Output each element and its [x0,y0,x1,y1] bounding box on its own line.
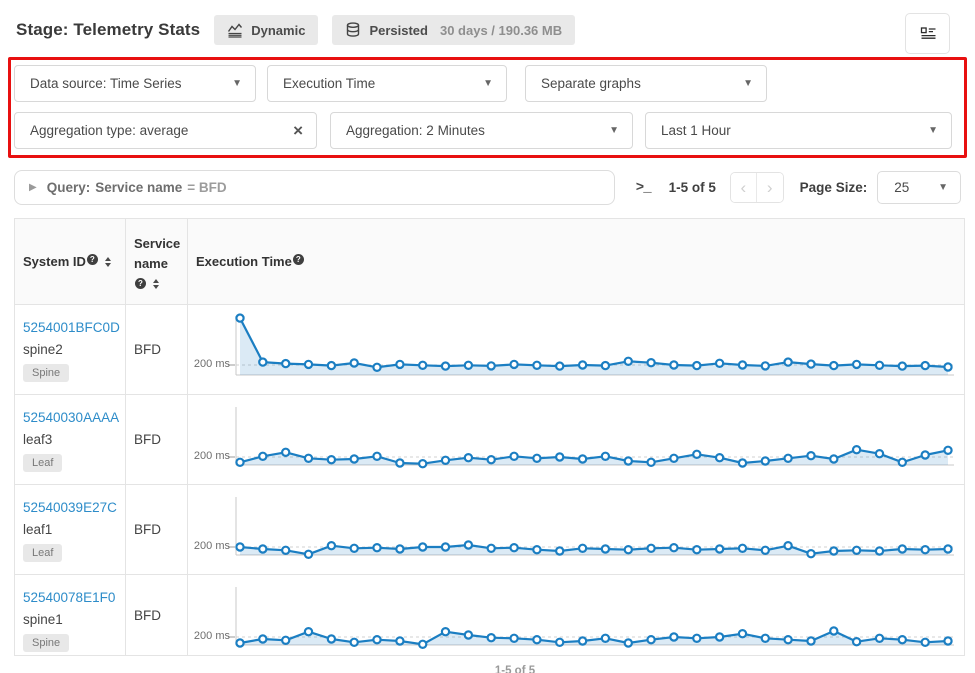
role-badge: Leaf [23,544,62,562]
execution-time-chart-cell: 200 ms [188,485,964,574]
aggregation-interval-dropdown-value: Aggregation: 2 Minutes [346,123,485,138]
execution-time-sparkline[interactable] [188,395,958,484]
sort-icon[interactable] [153,279,159,289]
service-name-header-label: Service name [134,234,190,274]
column-header-system-id: System ID? [15,219,126,304]
time-range-dropdown[interactable]: Last 1 Hour ▼ [645,112,952,149]
top-bar: Stage: Telemetry Stats Dynamic Persisted… [0,0,975,48]
next-page-button[interactable]: › [757,173,783,202]
help-icon[interactable]: ? [87,254,98,265]
pager: ‹ › [730,172,784,203]
aggregation-type-dropdown[interactable]: Aggregation type: average × [14,112,317,149]
system-id-link[interactable]: 5254001BFC0D [23,320,120,335]
system-id-cell: 52540078E1F0 spine1 Spine [15,575,126,655]
page-size-label: Page Size: [800,180,868,195]
system-id-link[interactable]: 52540078E1F0 [23,590,115,605]
database-icon [345,22,361,38]
telemetry-table: System ID? Service name ? Execution Time… [14,218,965,656]
annotation-highlight-box: Data source: Time Series ▼ Execution Tim… [8,57,967,158]
pagination-range: 1-5 of 5 [669,180,716,195]
console-icon[interactable]: >_ [636,180,651,196]
chevron-down-icon: ▼ [938,182,948,193]
hostname-label: spine2 [23,342,119,357]
persisted-button[interactable]: Persisted 30 days / 190.36 MB [332,15,575,45]
query-field: Service name [95,180,182,195]
aggregation-interval-dropdown[interactable]: Aggregation: 2 Minutes ▼ [330,112,633,149]
hostname-label: leaf1 [23,522,119,537]
expand-caret-icon[interactable]: ▶ [29,182,37,193]
y-axis-label: 200 ms [192,630,230,642]
execution-time-chart-cell: 200 ms [188,575,964,655]
help-icon[interactable]: ? [135,278,146,289]
table-header: System ID? Service name ? Execution Time… [15,219,964,305]
system-id-link[interactable]: 52540039E27C [23,500,117,515]
metric-dropdown[interactable]: Execution Time ▼ [267,65,507,102]
service-name-cell: BFD [126,305,188,394]
column-header-execution-time: Execution Time? [188,219,964,304]
dynamic-button[interactable]: Dynamic [214,15,318,45]
chevron-down-icon: ▼ [743,78,753,89]
prev-page-button[interactable]: ‹ [731,173,757,202]
query-value: = BFD [187,180,226,195]
metric-dropdown-value: Execution Time [283,76,375,91]
service-name-cell: BFD [126,485,188,574]
execution-time-sparkline[interactable] [188,485,958,574]
y-axis-label: 200 ms [192,358,230,370]
filter-row-1: Data source: Time Series ▼ Execution Tim… [14,65,959,102]
clear-icon[interactable]: × [293,122,303,139]
chevron-down-icon: ▼ [232,78,242,89]
role-badge: Spine [23,634,69,652]
graph-mode-dropdown-value: Separate graphs [541,76,641,91]
help-icon[interactable]: ? [293,254,304,265]
execution-time-chart-cell: 200 ms [188,395,964,484]
system-id-cell: 52540030AAAA leaf3 Leaf [15,395,126,484]
system-id-header-label: System ID? [23,254,98,269]
y-axis-label: 200 ms [192,540,230,552]
role-badge: Spine [23,364,69,382]
hostname-label: spine1 [23,612,119,627]
layout-settings-button[interactable] [905,13,950,54]
y-axis-label: 200 ms [192,450,230,462]
system-id-link[interactable]: 52540030AAAA [23,410,119,425]
layout-list-icon [920,26,936,42]
page-size-value: 25 [894,180,909,195]
persisted-button-label: Persisted [369,23,428,38]
service-name-cell: BFD [126,395,188,484]
system-id-cell: 52540039E27C leaf1 Leaf [15,485,126,574]
chevron-down-icon: ▼ [928,125,938,136]
sort-icon[interactable] [105,257,111,267]
graph-mode-dropdown[interactable]: Separate graphs ▼ [525,65,767,102]
page-title: Stage: Telemetry Stats [16,20,200,40]
chevron-down-icon: ▼ [483,78,493,89]
chevron-down-icon: ▼ [609,125,619,136]
service-name-cell: BFD [126,575,188,655]
hostname-label: leaf3 [23,432,119,447]
dynamic-button-label: Dynamic [251,23,305,38]
column-header-service-name: Service name ? [126,219,188,304]
time-range-dropdown-value: Last 1 Hour [661,123,731,138]
execution-time-sparkline[interactable] [188,575,958,655]
data-source-dropdown[interactable]: Data source: Time Series ▼ [14,65,256,102]
role-badge: Leaf [23,454,62,472]
table-row: 5254001BFC0D spine2 Spine BFD 200 ms [15,305,964,395]
query-toolbar: ▶ Query: Service name = BFD >_ 1-5 of 5 … [14,170,961,205]
system-id-cell: 5254001BFC0D spine2 Spine [15,305,126,394]
bottom-pagination-clipped: 1-5 of 5 [430,665,600,673]
query-input[interactable]: ▶ Query: Service name = BFD [14,170,615,205]
filter-row-2: Aggregation type: average × Aggregation:… [14,112,959,149]
telemetry-stats-page: Stage: Telemetry Stats Dynamic Persisted… [0,0,975,673]
area-chart-icon [227,22,243,38]
persisted-retention-info: 30 days / 190.36 MB [440,23,562,38]
execution-time-chart-cell: 200 ms [188,305,964,394]
execution-time-sparkline[interactable] [188,305,958,394]
data-source-dropdown-value: Data source: Time Series [30,76,182,91]
page-size-dropdown[interactable]: 25 ▼ [877,171,961,204]
execution-time-header-label: Execution Time? [196,254,304,269]
table-row: 52540078E1F0 spine1 Spine BFD 200 ms [15,575,964,656]
query-label: Query: [47,180,91,195]
table-row: 52540039E27C leaf1 Leaf BFD 200 ms [15,485,964,575]
aggregation-type-dropdown-value: Aggregation type: average [30,123,188,138]
table-row: 52540030AAAA leaf3 Leaf BFD 200 ms [15,395,964,485]
